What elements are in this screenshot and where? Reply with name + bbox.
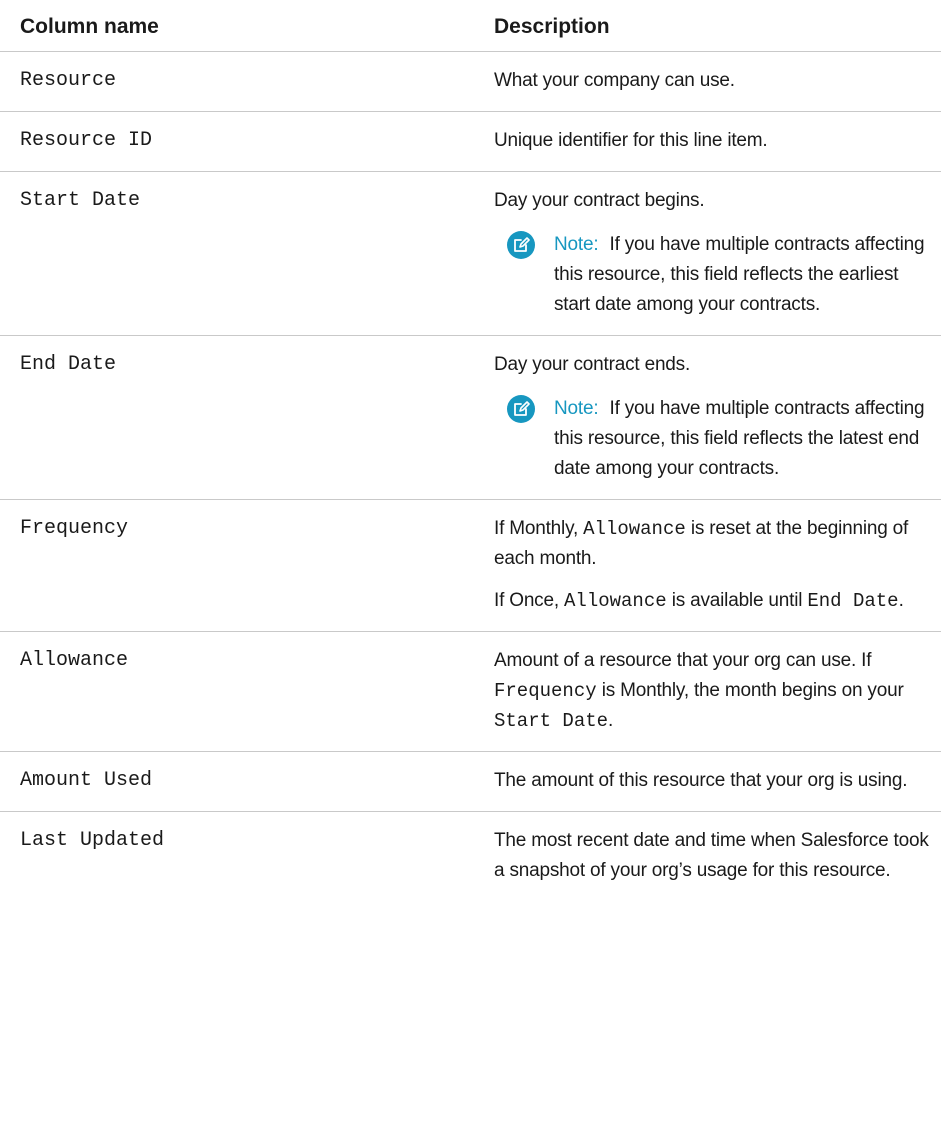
column-name-cell: Amount Used <box>0 751 490 812</box>
text-run: If Monthly, <box>494 518 584 539</box>
note-label: Note: <box>554 234 599 255</box>
text-run: . <box>608 710 614 731</box>
note-text: If you have multiple contracts affecting… <box>554 398 925 479</box>
inline-code: Allowance <box>583 518 686 540</box>
description-cell: Day your contract ends. Note: If you hav… <box>490 335 941 500</box>
column-name-cell: Last Updated <box>20 829 165 852</box>
note-callout: Note: If you have multiple contracts aff… <box>507 394 935 484</box>
edit-note-icon <box>507 231 535 259</box>
table-row: End Date Day your contract ends. Note: I… <box>0 335 941 500</box>
table-row: Last Updated The most recent date and ti… <box>0 812 941 902</box>
description-text: Unique identifier for this line item. <box>494 130 768 151</box>
description-text: The amount of this resource that your or… <box>494 770 908 791</box>
note-body: Note: If you have multiple contracts aff… <box>554 230 935 320</box>
note-callout: Note: If you have multiple contracts aff… <box>507 230 935 320</box>
description-text: Day your contract begins. <box>494 190 705 211</box>
column-name-cell: Resource ID <box>0 111 490 172</box>
description-cell: Day your contract begins. Note: If you h… <box>490 171 941 336</box>
table-row: Frequency If Monthly, Allowance is reset… <box>0 499 941 632</box>
text-run: is available until <box>666 590 808 611</box>
text-run: Amount of a resource that your org can u… <box>494 650 872 671</box>
description-text: If Monthly, Allowance is reset at the be… <box>494 514 935 574</box>
table-row: Start Date Day your contract begins. Not… <box>0 171 941 336</box>
column-name-cell: Start Date <box>0 171 490 336</box>
note-label: Note: <box>554 398 599 419</box>
column-name-cell: Resource <box>0 51 490 112</box>
inline-code: Start Date <box>494 710 609 732</box>
description-cell: What your company can use. <box>490 51 941 112</box>
description-text: If Once, Allowance is available until En… <box>494 586 935 616</box>
text-run: . <box>898 590 904 611</box>
inline-code: Frequency <box>494 680 597 702</box>
note-body: Note: If you have multiple contracts aff… <box>554 394 935 484</box>
description-text: Day your contract ends. <box>494 354 691 375</box>
text-run: is Monthly, the month begins on your <box>596 680 904 701</box>
column-name-cell: Allowance <box>0 631 490 752</box>
description-header: Description <box>490 0 941 52</box>
description-cell: If Monthly, Allowance is reset at the be… <box>490 499 941 632</box>
table-row: Allowance Amount of a resource that your… <box>0 631 941 752</box>
description-text: What your company can use. <box>494 70 735 91</box>
description-text: Amount of a resource that your org can u… <box>494 646 935 736</box>
column-name-cell: End Date <box>0 335 490 500</box>
inline-code: End Date <box>807 590 899 612</box>
inline-code: Allowance <box>564 590 667 612</box>
column-name-cell: Frequency <box>0 499 490 632</box>
note-text: If you have multiple contracts affecting… <box>554 234 925 315</box>
table-row: Amount Used The amount of this resource … <box>0 751 941 812</box>
description-cell: Unique identifier for this line item. <box>490 111 941 172</box>
table-row: Resource ID Unique identifier for this l… <box>0 111 941 172</box>
text-run: If Once, <box>494 590 565 611</box>
table-row: Resource What your company can use. <box>0 51 941 112</box>
description-cell: Amount of a resource that your org can u… <box>490 631 941 752</box>
column-name-header: Column name <box>0 0 490 52</box>
description-cell: The most recent date and time when Sales… <box>490 812 941 902</box>
table-header-row: Column name Description <box>0 0 941 52</box>
edit-note-icon <box>507 395 535 423</box>
description-text: The most recent date and time when Sales… <box>494 830 929 881</box>
column-reference-table: Column name Description Resource What yo… <box>0 0 941 901</box>
description-cell: The amount of this resource that your or… <box>490 751 941 812</box>
